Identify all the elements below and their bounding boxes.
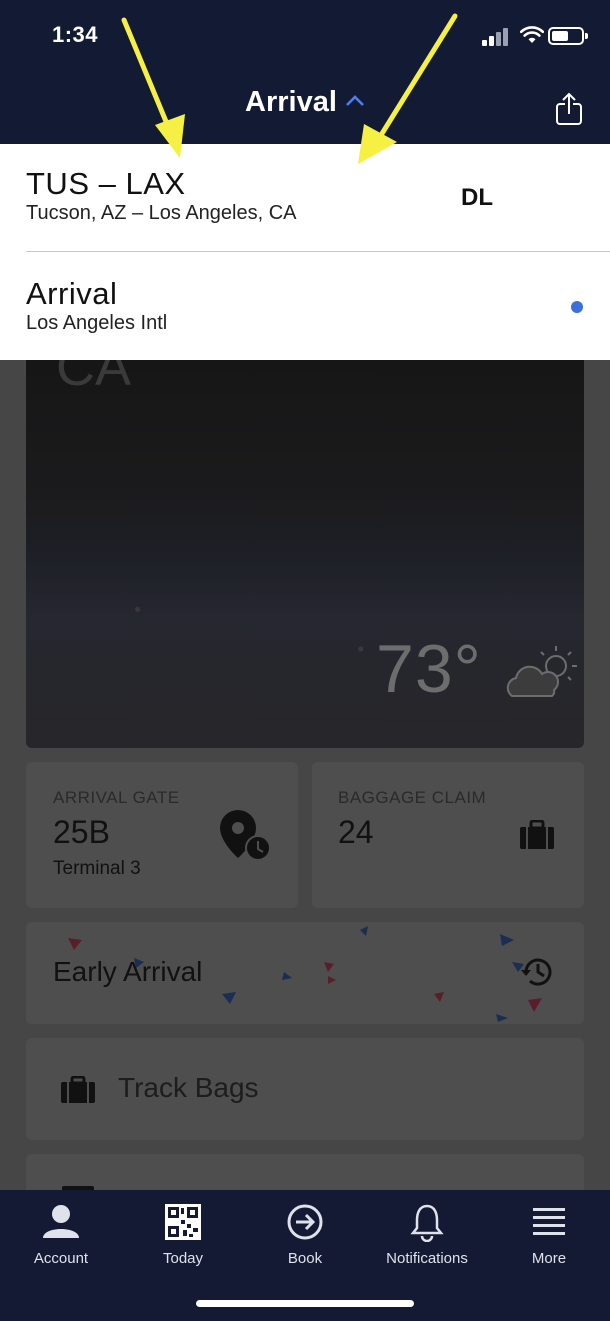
bell-icon (410, 1204, 444, 1242)
arrival-option-label: Arrival (26, 276, 118, 311)
city-lights-image (26, 550, 584, 748)
header-title-dropdown[interactable]: Arrival (0, 86, 610, 119)
tab-label: Today (162, 1250, 204, 1267)
route-option[interactable]: TUS – LAX Tucson, AZ – Los Angeles, CA D… (0, 144, 610, 252)
arrival-gate-value: 25B (53, 814, 110, 850)
menu-icon (533, 1208, 565, 1235)
battery-icon (548, 27, 588, 45)
arrival-gate-label: ARRIVAL GATE (53, 788, 180, 807)
early-arrival-label: Early Arrival (53, 956, 203, 987)
arrival-airport: Los Angeles Intl (26, 312, 168, 334)
tab-account[interactable]: Account (0, 1190, 122, 1280)
tab-label: More (531, 1250, 567, 1267)
chevron-up-icon (346, 95, 364, 107)
baggage-claim-card[interactable]: BAGGAGE CLAIM 24 (312, 762, 584, 908)
route-code: TUS – LAX (26, 166, 186, 201)
tab-today[interactable]: Today (122, 1190, 244, 1280)
suitcase-icon (520, 820, 554, 849)
track-bags-card[interactable]: Track Bags (26, 1038, 584, 1140)
arrival-gate-card[interactable]: ARRIVAL GATE 25B Terminal 3 (26, 762, 298, 908)
cellular-signal-icon (482, 26, 512, 46)
route-cities: Tucson, AZ – Los Angeles, CA (26, 202, 297, 224)
arrival-option[interactable]: Arrival Los Angeles Intl (0, 252, 610, 360)
selected-indicator-dot (571, 301, 583, 313)
share-icon[interactable] (554, 92, 584, 126)
tab-book[interactable]: Book (244, 1190, 366, 1280)
carrier-code: DL (461, 184, 493, 211)
arrow-circle-icon (287, 1204, 323, 1240)
home-indicator[interactable] (196, 1300, 414, 1307)
tab-notifications[interactable]: Notifications (366, 1190, 488, 1280)
status-time: 1:34 (52, 22, 99, 47)
early-arrival-card[interactable]: Early Arrival (26, 922, 584, 1024)
baggage-claim-value: 24 (338, 814, 374, 850)
person-icon (43, 1205, 79, 1238)
hero-temperature: 73° (376, 631, 482, 707)
flight-selector-dropdown: TUS – LAX Tucson, AZ – Los Angeles, CA D… (0, 144, 610, 360)
qr-code-icon (165, 1204, 201, 1240)
tab-label: Book (287, 1250, 323, 1267)
suitcase-icon (61, 1076, 95, 1103)
tab-label: Account (33, 1250, 89, 1267)
destination-hero-image: CA 73° (26, 330, 584, 748)
tab-more[interactable]: More (488, 1190, 610, 1280)
terminal-label: Terminal 3 (53, 858, 141, 879)
track-bags-label: Track Bags (118, 1072, 259, 1103)
history-clock-icon (521, 958, 552, 986)
app-header: 1:34 Arrival (0, 0, 610, 144)
tab-label: Notifications (386, 1250, 468, 1267)
partly-cloudy-icon (506, 646, 577, 697)
header-title: Arrival (245, 86, 337, 118)
wifi-icon (520, 26, 544, 43)
baggage-claim-label: BAGGAGE CLAIM (338, 788, 487, 807)
gate-location-clock-icon (220, 810, 271, 861)
